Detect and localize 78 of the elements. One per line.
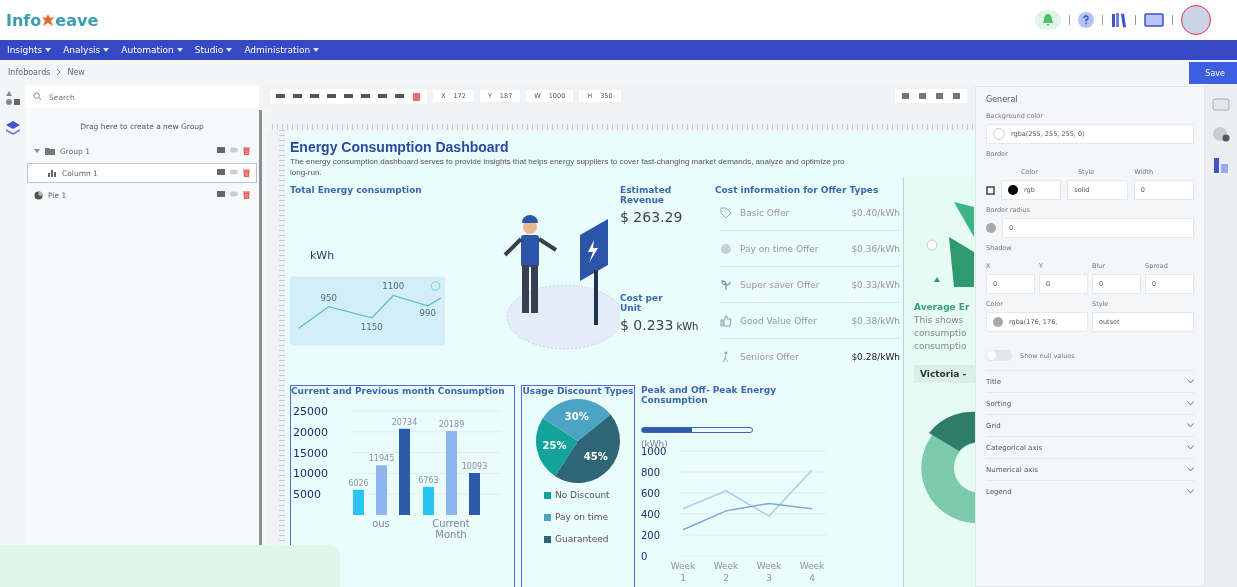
widget-title: Cost information for Offer Types: [715, 185, 880, 195]
widget-title: Usage Discount Types: [522, 386, 634, 396]
axis-category-label: Week: [713, 561, 739, 571]
nav-menu-item[interactable]: Studio: [194, 45, 233, 55]
axis-category-label: Week: [799, 561, 825, 571]
dashboard-description: long-run.: [290, 168, 322, 177]
breadcrumb-current: New: [67, 67, 85, 77]
nav-menu-item[interactable]: Administration: [244, 45, 320, 55]
nav-menu-item[interactable]: Insights: [7, 45, 52, 55]
data-label: 6026: [348, 478, 369, 488]
axis-category-label: ous: [372, 518, 390, 529]
axis-tick-label: 5000: [293, 488, 321, 502]
data-label: 10093: [461, 462, 488, 471]
axis-tick-label: 800: [641, 467, 661, 478]
kpi-value: $ 0.233: [620, 317, 674, 333]
axis-category-label: Week: [756, 561, 782, 571]
widget-title: Average Er: [914, 302, 971, 312]
widget-text: This shows: [914, 315, 965, 325]
axis-category-label: 3: [766, 573, 772, 583]
data-label: 1150: [360, 321, 383, 332]
axis-tick-label: 25000: [293, 405, 328, 418]
unit-label: kWh: [676, 321, 699, 332]
data-label: 1100: [382, 280, 405, 291]
offer-price: $0.38/kWh: [851, 315, 900, 326]
dashboard-title: Energy Consumption Dashboard: [290, 139, 510, 155]
widget-title: Current and Previous month Consumption: [291, 386, 506, 396]
legend-label: Guaranteed: [555, 534, 609, 544]
widget-text: consumptio: [914, 328, 968, 338]
data-label: 990: [419, 308, 436, 319]
legend-label: Pay on time: [555, 512, 609, 522]
offer-price: $0.36/kWh: [851, 243, 900, 254]
data-label: 6763: [418, 475, 439, 485]
axis-tick-label: 600: [641, 488, 661, 499]
axis-tick-label: 15000: [293, 446, 328, 460]
section-title: General: [986, 95, 1019, 104]
dashboard-description: The energy consumption dashboard serves to provide insights that helps energy suppliers to cover fast-changing market demands, analyze and optimize pro: [290, 157, 845, 166]
save-button[interactable]: Save: [1189, 62, 1237, 84]
kpi-value: $ 263.29: [620, 209, 684, 225]
breadcrumb-link[interactable]: Infoboards: [8, 67, 51, 77]
offer-name: Good Value Offer: [740, 315, 817, 326]
data-label: 20734: [391, 417, 418, 427]
axis-tick-label: 0: [641, 551, 648, 562]
offer-name: Basic Offer: [740, 207, 790, 218]
unit-label: kWh: [310, 249, 336, 262]
widget-title: Peak and Off- Peak Energy Consumption: [641, 385, 778, 405]
data-label: 45%: [583, 451, 608, 463]
kpi-title: Estimated Revenue: [620, 185, 673, 205]
widget-text: consumptio: [914, 341, 968, 351]
data-label: 30%: [564, 411, 589, 423]
offer-price: $0.40/kWh: [851, 207, 900, 218]
axis-tick-label: 400: [641, 509, 661, 520]
data-label: 11945: [368, 454, 395, 464]
axis-category-label: Week: [670, 561, 696, 571]
axis-category-label: 1: [680, 573, 686, 583]
offer-name: Super saver Offer: [740, 279, 820, 290]
axis-tick-label: 1000: [641, 446, 667, 457]
axis-tick-label: 200: [641, 530, 661, 541]
axis-category-label: Month: [435, 529, 467, 540]
data-label: 20189: [438, 420, 465, 429]
offer-name: Seniors Offer: [740, 351, 799, 362]
axis-category-label: 4: [809, 573, 815, 583]
filter-chip[interactable]: Victoria -: [914, 365, 975, 383]
axis-tick-label: 20000: [293, 425, 328, 439]
offer-price: $0.28/kWh: [851, 351, 900, 362]
axis-category-label: 2: [723, 573, 729, 583]
data-label: 25%: [542, 440, 567, 451]
axis-category-label: Current: [432, 518, 470, 529]
offer-name: Pay on time Offer: [740, 243, 819, 254]
nav-menu-item[interactable]: Analysis: [63, 45, 110, 55]
offer-price: $0.33/kWh: [851, 279, 900, 290]
axis-tick-label: 10000: [293, 467, 328, 481]
widget-title: Total Energy consumption: [290, 185, 423, 195]
logo-text: eave: [55, 10, 99, 30]
logo-text: Info: [6, 10, 42, 30]
kpi-title: Cost per Unit: [620, 293, 664, 313]
data-label: 950: [320, 292, 337, 303]
legend-label: No Discount: [555, 490, 610, 500]
nav-menu-item[interactable]: Automation: [121, 45, 183, 55]
